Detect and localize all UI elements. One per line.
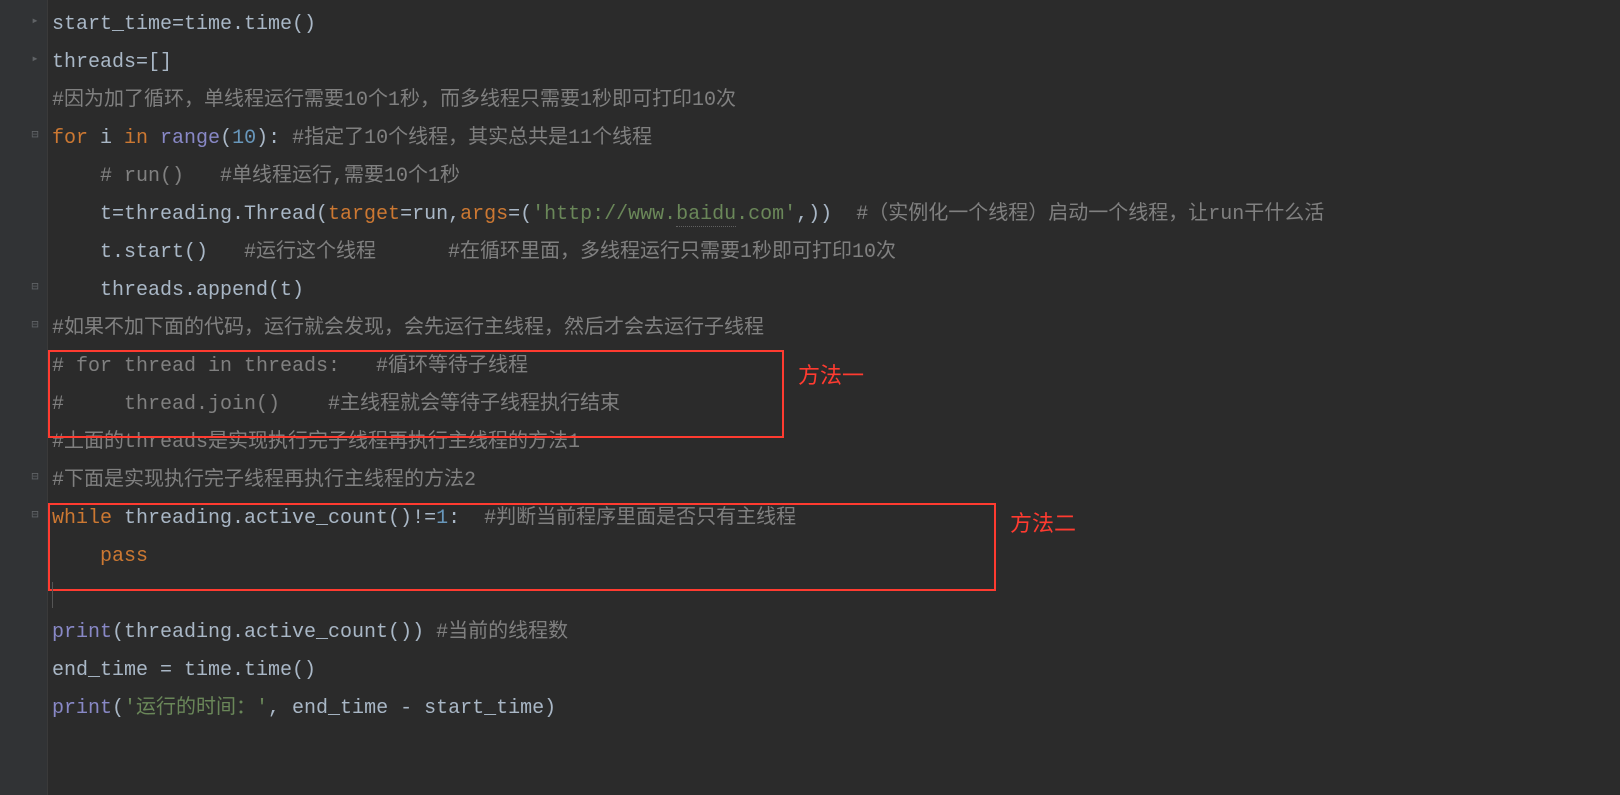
code-text: threads=[] [52, 51, 172, 74]
fold-icon[interactable]: ⊟ [28, 318, 42, 332]
punct: ( [220, 127, 232, 150]
punct: ): [256, 127, 292, 150]
code-text: ,)) [796, 203, 856, 226]
code-comment: #（实例化一个线程）启动一个线程，让run干什么活 [856, 203, 1324, 226]
fold-icon[interactable]: ⊟ [28, 508, 42, 522]
string: baidu [676, 203, 736, 227]
fold-icon[interactable]: ⊟ [28, 280, 42, 294]
keyword: for [52, 127, 100, 150]
fold-icon[interactable]: ▸ [28, 52, 42, 66]
code-comment: #因为加了循环，单线程运行需要10个1秒，而多线程只需要1秒即可打印10次 [52, 89, 736, 112]
punct: : [448, 507, 484, 530]
code-comment: #运行这个线程 #在循环里面，多线程运行只需要1秒即可打印10次 [244, 241, 896, 264]
code-line[interactable]: # run() #单线程运行,需要10个1秒 [48, 158, 1620, 196]
code-comment: #上面的threads是实现执行完子线程再执行主线程的方法1 [52, 431, 580, 454]
code-line[interactable]: start_time=time.time() [48, 6, 1620, 44]
code-text: threading.active_count()!= [124, 507, 436, 530]
fold-icon[interactable]: ▸ [28, 14, 42, 28]
code-text: t.start() [52, 241, 244, 264]
blank [52, 583, 64, 606]
code-text: =( [508, 203, 532, 226]
code-line[interactable] [48, 576, 1620, 614]
punct: ( [112, 697, 124, 720]
code-text: , end_time - start_time) [268, 697, 556, 720]
string: 'http://www. [532, 203, 676, 226]
code-text: start_time=time.time() [52, 13, 316, 36]
code-comment: #下面是实现执行完子线程再执行主线程的方法2 [52, 469, 476, 492]
builtin: range [160, 127, 220, 150]
identifier: i [100, 127, 124, 150]
keyword: while [52, 507, 124, 530]
code-line[interactable]: # thread.join() #主线程就会等待子线程执行结束 [48, 386, 1620, 424]
string: '运行的时间：' [124, 697, 268, 720]
code-line[interactable]: while threading.active_count()!=1: #判断当前… [48, 500, 1620, 538]
code-line[interactable]: #因为加了循环，单线程运行需要10个1秒，而多线程只需要1秒即可打印10次 [48, 82, 1620, 120]
code-text: threads.append(t) [52, 279, 304, 302]
code-line[interactable]: for i in range(10): #指定了10个线程，其实总共是11个线程 [48, 120, 1620, 158]
code-line[interactable]: #如果不加下面的代码，运行就会发现，会先运行主线程，然后才会去运行子线程 [48, 310, 1620, 348]
code-comment: #判断当前程序里面是否只有主线程 [484, 507, 796, 530]
builtin: print [52, 621, 112, 644]
string: .com' [736, 203, 796, 226]
code-text: t=threading.Thread( [52, 203, 328, 226]
code-line[interactable]: print(threading.active_count()) #当前的线程数 [48, 614, 1620, 652]
keyword: in [124, 127, 160, 150]
code-editor[interactable]: ▸ ▸ ⊟ ⊟ ⊟ ⊟ ⊟ start_time=time.time() thr… [0, 0, 1620, 795]
code-comment: #指定了10个线程，其实总共是11个线程 [292, 127, 652, 150]
indent [52, 545, 100, 568]
fold-icon[interactable]: ⊟ [28, 470, 42, 484]
number: 10 [232, 127, 256, 150]
param-name: target [328, 203, 400, 226]
code-line[interactable]: # for thread in threads: #循环等待子线程 [48, 348, 1620, 386]
gutter: ▸ ▸ ⊟ ⊟ ⊟ ⊟ ⊟ [0, 0, 48, 795]
code-comment: # run() #单线程运行,需要10个1秒 [52, 165, 460, 188]
code-area[interactable]: start_time=time.time() threads=[] #因为加了循… [48, 0, 1620, 795]
code-text: (threading.active_count()) [112, 621, 436, 644]
code-line[interactable]: threads.append(t) [48, 272, 1620, 310]
param-name: args [460, 203, 508, 226]
code-line[interactable]: #下面是实现执行完子线程再执行主线程的方法2 [48, 462, 1620, 500]
code-comment: #当前的线程数 [436, 621, 568, 644]
fold-icon[interactable]: ⊟ [28, 128, 42, 142]
code-line[interactable]: t=threading.Thread(target=run,args=('htt… [48, 196, 1620, 234]
number: 1 [436, 507, 448, 530]
code-comment: # for thread in threads: #循环等待子线程 [52, 355, 528, 378]
builtin: print [52, 697, 112, 720]
code-text: =run, [400, 203, 460, 226]
code-text: end_time = time.time() [52, 659, 316, 682]
keyword: pass [100, 545, 148, 568]
code-line[interactable]: end_time = time.time() [48, 652, 1620, 690]
caret-indicator [52, 582, 53, 608]
code-line[interactable]: print('运行的时间：', end_time - start_time) [48, 690, 1620, 728]
code-line[interactable]: #上面的threads是实现执行完子线程再执行主线程的方法1 [48, 424, 1620, 462]
code-line[interactable]: pass [48, 538, 1620, 576]
code-comment: #如果不加下面的代码，运行就会发现，会先运行主线程，然后才会去运行子线程 [52, 317, 764, 340]
code-line[interactable]: threads=[] [48, 44, 1620, 82]
code-comment: # thread.join() #主线程就会等待子线程执行结束 [52, 393, 620, 416]
code-line[interactable]: t.start() #运行这个线程 #在循环里面，多线程运行只需要1秒即可打印1… [48, 234, 1620, 272]
